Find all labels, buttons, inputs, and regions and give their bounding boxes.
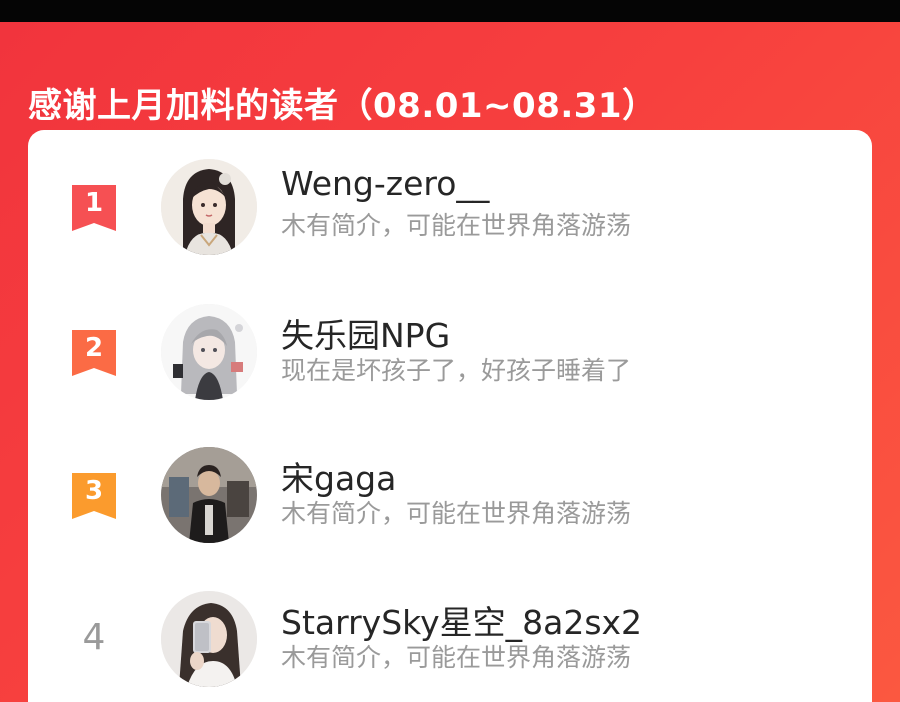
anime-gray-hair-avatar-icon (161, 304, 257, 400)
rank-ribbon-icon: 3 (69, 470, 119, 520)
reader-bio: 木有简介，可能在世界角落游荡 (281, 643, 632, 672)
user-avatar[interactable] (161, 591, 257, 687)
selfie-avatar-icon (161, 591, 257, 687)
rank-ribbon-icon: 2 (69, 327, 119, 377)
reader-name[interactable]: 失乐园NPG (281, 309, 450, 357)
reader-row[interactable]: 3 宋gaga 木有简介，可能在世界角落游荡 (28, 418, 872, 548)
anime-girl-avatar-icon (161, 159, 257, 255)
reader-row[interactable]: 2 失乐园NPG 现在是坏孩子了，好孩子睡着了 (28, 275, 872, 405)
top-status-bar (0, 0, 900, 22)
user-avatar[interactable] (161, 159, 257, 255)
rank-number: 3 (84, 476, 104, 506)
user-avatar[interactable] (161, 304, 257, 400)
reader-name[interactable]: Weng-zero__ (281, 164, 489, 203)
reader-bio: 现在是坏孩子了，好孩子睡着了 (281, 356, 632, 385)
photo-person-avatar-icon (161, 447, 257, 543)
user-avatar[interactable] (161, 447, 257, 543)
rank-number: 4 (82, 617, 106, 658)
rank-number: 1 (84, 188, 104, 218)
reader-thanks-page: 感谢上月加料的读者（08.01~08.31） 1 Weng-zero__ 木有简… (0, 0, 900, 702)
reader-row[interactable]: 1 Weng-zero__ 木有简介，可能在世界角落游荡 (28, 130, 872, 260)
reader-list-card: 1 Weng-zero__ 木有简介，可能在世界角落游荡 2 失乐园NPG 现在… (28, 130, 872, 702)
rank-ribbon-icon: 1 (69, 182, 119, 232)
rank-number: 2 (84, 333, 104, 363)
reader-name[interactable]: 宋gaga (281, 452, 396, 500)
page-title: 感谢上月加料的读者（08.01~08.31） (28, 86, 657, 126)
reader-bio: 木有简介，可能在世界角落游荡 (281, 211, 632, 240)
reader-name[interactable]: StarrySky星空_8a2sx2 (281, 596, 642, 644)
reader-bio: 木有简介，可能在世界角落游荡 (281, 499, 632, 528)
reader-row[interactable]: 4 StarrySky星空_8a2sx2 木有简介，可能在世界角落游荡 (28, 562, 872, 692)
